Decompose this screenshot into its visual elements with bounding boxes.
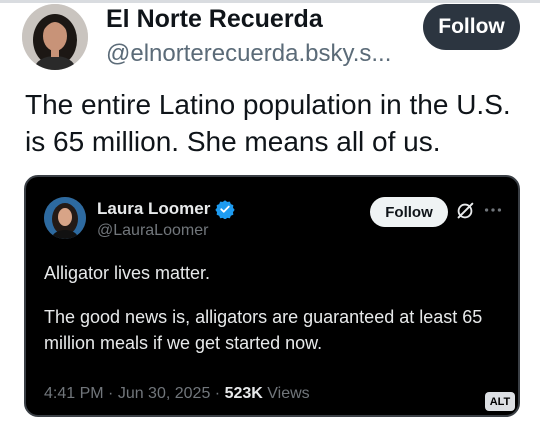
author-display-name[interactable]: El Norte Recuerda — [106, 5, 323, 34]
quoted-post-views-label: Views — [267, 385, 310, 402]
quoted-author-handle: @LauraLoomer — [97, 222, 209, 239]
author-avatar-image — [22, 4, 88, 70]
author-handle[interactable]: @elnorterecuerda.bsky.s... — [106, 40, 391, 68]
post-text: The entire Latino population in the U.S.… — [25, 89, 511, 157]
quoted-paragraph-2: The good news is, alligators are guarant… — [44, 307, 483, 353]
quoted-post-text: Alligator lives matter. The good news is… — [44, 260, 504, 356]
quoted-author-avatar — [44, 197, 86, 239]
quoted-author-avatar-image — [44, 197, 86, 239]
quoted-author-name-row: Laura Loomer — [97, 199, 236, 219]
follow-button[interactable]: Follow — [423, 4, 520, 50]
quoted-post-date: Jun 30, 2025 — [117, 385, 211, 402]
verified-badge-icon — [215, 200, 236, 219]
quoted-post-time: 4:41 PM — [44, 385, 104, 402]
quoted-follow-button: Follow — [370, 197, 448, 227]
quoted-post-screenshot[interactable]: Laura Loomer @LauraLoomer Follow Alligat… — [24, 175, 520, 417]
quoted-post-meta: 4:41 PM · Jun 30, 2025 · 523K Views — [44, 385, 310, 402]
author-avatar[interactable] — [22, 4, 88, 70]
post-header: El Norte Recuerda @elnorterecuerda.bsky.… — [0, 0, 540, 80]
quoted-author-name: Laura Loomer — [97, 199, 211, 218]
alt-text-badge[interactable]: ALT — [485, 392, 515, 411]
more-options-icon — [484, 208, 502, 212]
quoted-post-views-count: 523K — [224, 385, 263, 402]
grok-icon — [457, 202, 474, 219]
quoted-paragraph-1: Alligator lives matter. — [44, 263, 211, 283]
